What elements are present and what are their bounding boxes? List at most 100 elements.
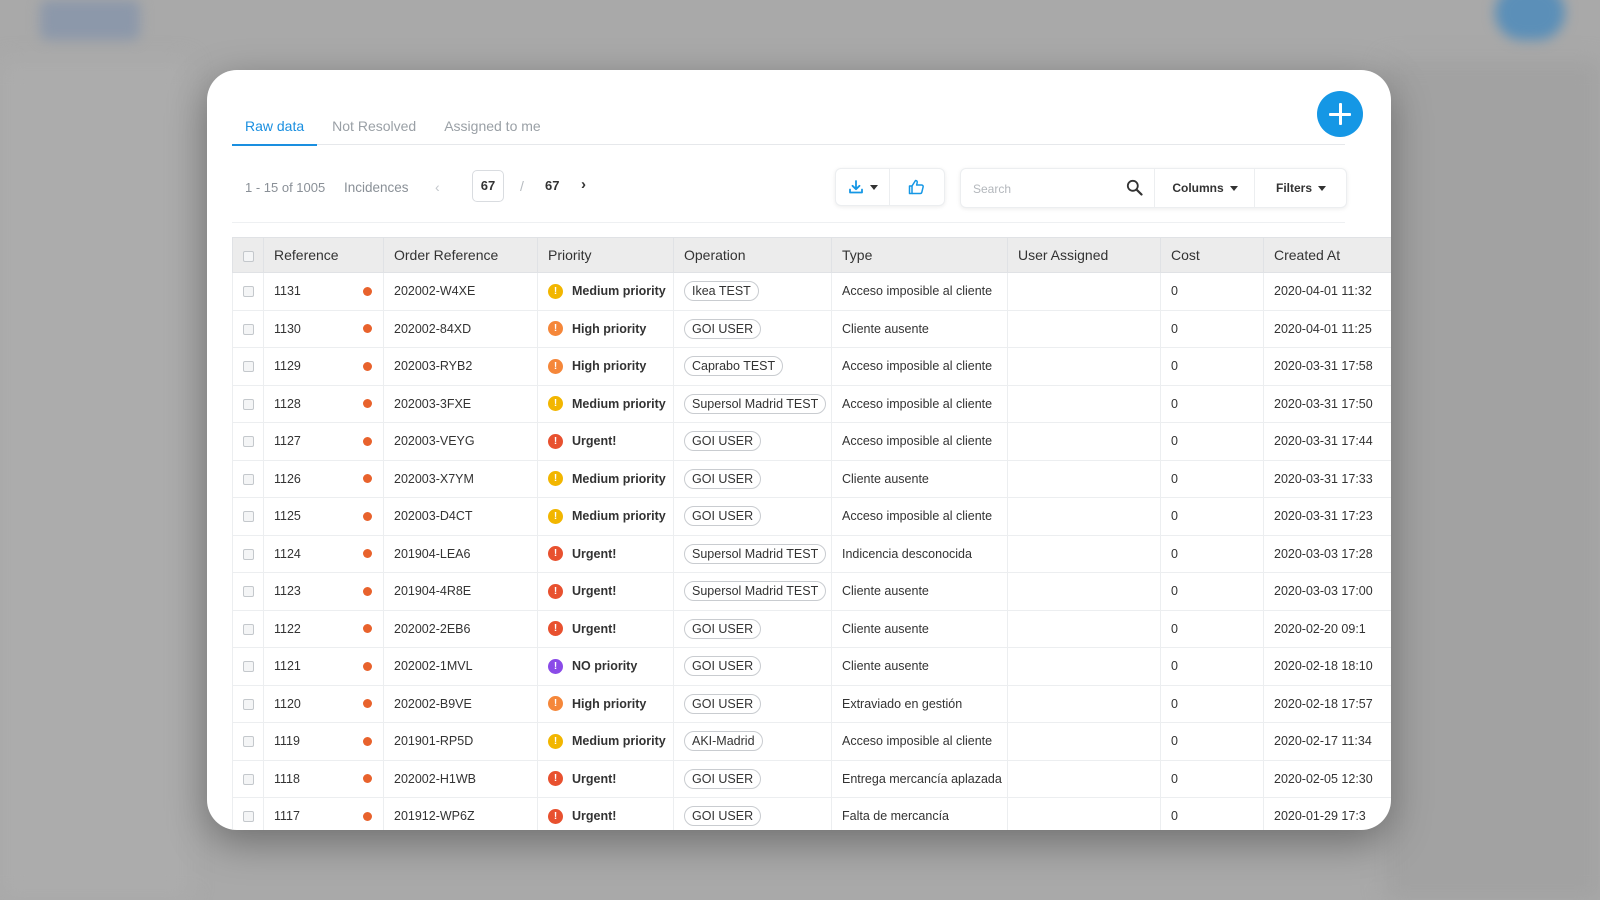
thumbs-up-icon bbox=[908, 179, 924, 195]
column-header[interactable]: Order Reference bbox=[383, 237, 538, 273]
cost-cell: 0 bbox=[1160, 347, 1264, 386]
priority-label: Urgent! bbox=[572, 434, 617, 449]
operation-chip: GOI USER bbox=[684, 618, 762, 639]
row-select-cell bbox=[232, 459, 264, 498]
cost-cell: 0 bbox=[1160, 422, 1264, 461]
priority-label: Urgent! bbox=[572, 621, 617, 636]
table-row[interactable]: 1131 202002-W4XE! Medium priority Ikea TEST… bbox=[232, 272, 1391, 311]
status-dot bbox=[363, 436, 372, 446]
type-cell: Acceso imposible al cliente bbox=[831, 347, 1008, 386]
row-checkbox[interactable] bbox=[242, 811, 254, 823]
row-checkbox[interactable] bbox=[242, 436, 254, 448]
table-row[interactable]: 1117 201912-WP6Z! Urgent! GOI USER Falta de … bbox=[232, 797, 1391, 830]
row-checkbox[interactable] bbox=[242, 736, 254, 748]
table-row[interactable]: 1118 202002-H1WB! Urgent! GOI USER Entrega m… bbox=[232, 759, 1391, 798]
table-row[interactable]: 1130 202002-84XD! High priority GOI USER Cli… bbox=[232, 309, 1391, 348]
table-row[interactable]: 1127 202003-VEYG! Urgent! GOI USER Acceso im… bbox=[232, 422, 1391, 461]
column-header[interactable]: Priority bbox=[537, 237, 674, 273]
status-dot bbox=[363, 324, 372, 334]
row-checkbox[interactable] bbox=[242, 473, 254, 485]
table-row[interactable]: 1124 201904-LEA6! Urgent! Supersol Madrid T… bbox=[232, 534, 1391, 573]
reference-cell: 1129 bbox=[263, 347, 384, 386]
download-icon bbox=[848, 180, 863, 194]
reference-cell: 1124 bbox=[263, 534, 384, 573]
columns-dropdown[interactable]: Columns bbox=[1154, 169, 1255, 207]
row-checkbox[interactable] bbox=[242, 361, 254, 373]
alert-icon: ! bbox=[548, 283, 563, 299]
download-button[interactable] bbox=[836, 169, 889, 205]
row-checkbox[interactable] bbox=[242, 698, 254, 710]
row-checkbox[interactable] bbox=[242, 586, 254, 598]
operation-chip: Supersol Madrid TEST bbox=[684, 581, 827, 602]
table-row[interactable]: 1129 202003-RYB2! High priority Caprabo TES… bbox=[232, 347, 1391, 386]
priority-label: High priority bbox=[572, 321, 647, 336]
alert-icon: ! bbox=[548, 733, 563, 749]
tab-not-resolved[interactable]: Not Resolved bbox=[319, 108, 429, 144]
row-checkbox[interactable] bbox=[242, 548, 254, 560]
column-header[interactable]: Reference bbox=[263, 237, 384, 273]
operation-chip: AKI-Madrid bbox=[684, 731, 763, 752]
row-checkbox[interactable] bbox=[242, 398, 254, 410]
column-header[interactable]: Type bbox=[831, 237, 1008, 273]
operation-chip: Supersol Madrid TEST bbox=[684, 393, 827, 414]
search-icon[interactable] bbox=[1126, 179, 1143, 196]
table-row[interactable]: 1121 202002-1MVL! NO priority GOI USER Clien… bbox=[232, 647, 1391, 686]
filters-dropdown[interactable]: Filters bbox=[1254, 169, 1347, 207]
chevron-left-icon[interactable]: ‹ bbox=[435, 179, 440, 195]
type-cell: Acceso imposible al cliente bbox=[831, 497, 1008, 536]
table-row[interactable]: 1126 202003-X7YM! Medium priority GOI USER C… bbox=[232, 459, 1391, 498]
order-reference-cell: 202002-84XD bbox=[383, 309, 538, 348]
total-pages: 67 bbox=[545, 178, 560, 193]
row-checkbox[interactable] bbox=[242, 511, 254, 523]
chevron-down-icon bbox=[869, 184, 878, 190]
type-cell: Acceso imposible al cliente bbox=[831, 272, 1008, 311]
select-all-checkbox[interactable] bbox=[242, 250, 254, 262]
order-reference-cell: 202002-2EB6 bbox=[383, 609, 538, 648]
operation-cell: Supersol Madrid TEST bbox=[673, 384, 832, 423]
resolve-button[interactable] bbox=[889, 169, 943, 205]
table-row[interactable]: 1119 201901-RP5D! Medium priority AKI-Madri… bbox=[232, 722, 1391, 761]
priority-cell: ! High priority bbox=[537, 309, 674, 348]
page-number-input[interactable]: 67 bbox=[472, 170, 504, 202]
search-input[interactable] bbox=[971, 178, 1115, 200]
alert-icon: ! bbox=[548, 358, 563, 374]
row-select-cell bbox=[232, 497, 264, 536]
alert-icon: ! bbox=[548, 508, 563, 524]
table-row[interactable]: 1125 202003-D4CT! Medium priority GOI USER A… bbox=[232, 497, 1391, 536]
tab-raw-data[interactable]: Raw data bbox=[232, 108, 318, 146]
table-row[interactable]: 1122 202002-2EB6! Urgent! GOI USER Cliente a… bbox=[232, 609, 1391, 648]
priority-label: Urgent! bbox=[572, 584, 617, 599]
chevron-right-icon[interactable]: › bbox=[581, 176, 586, 193]
column-header[interactable]: User Assigned bbox=[1007, 237, 1161, 273]
row-checkbox[interactable] bbox=[242, 661, 254, 673]
add-incidence-button[interactable] bbox=[1317, 91, 1363, 137]
row-checkbox[interactable] bbox=[242, 773, 254, 785]
operation-chip: GOI USER bbox=[684, 506, 762, 527]
incidences-table: Reference Order Reference Priority Opera… bbox=[232, 237, 1391, 830]
column-header[interactable]: Operation bbox=[673, 237, 832, 273]
toolbar-divider bbox=[232, 222, 1345, 223]
page-separator: / bbox=[520, 178, 524, 194]
reference-cell: 1117 bbox=[263, 797, 384, 830]
created-at-cell: 2020-03-31 17:44 bbox=[1263, 422, 1391, 461]
row-select-cell bbox=[232, 759, 264, 798]
column-header[interactable]: Created At bbox=[1263, 237, 1391, 273]
user-assigned-cell bbox=[1007, 572, 1161, 611]
priority-cell: ! Medium priority bbox=[537, 497, 674, 536]
table-row[interactable]: 1123 201904-4R8E! Urgent! Supersol Madrid T… bbox=[232, 572, 1391, 611]
row-checkbox[interactable] bbox=[242, 623, 254, 635]
table-row[interactable]: 1128 202003-3FXE! Medium priority Supersol … bbox=[232, 384, 1391, 423]
priority-cell: ! Medium priority bbox=[537, 384, 674, 423]
row-checkbox[interactable] bbox=[242, 286, 254, 298]
row-checkbox[interactable] bbox=[242, 323, 254, 335]
created-at-cell: 2020-03-31 17:58 bbox=[1263, 347, 1391, 386]
status-dot bbox=[363, 624, 372, 634]
table-row[interactable]: 1120 202002-B9VE! High priority GOI USER Ext… bbox=[232, 684, 1391, 723]
tab-assigned-to-me[interactable]: Assigned to me bbox=[431, 108, 554, 144]
status-dot bbox=[363, 586, 372, 596]
priority-cell: ! NO priority bbox=[537, 647, 674, 686]
select-all-cell bbox=[232, 237, 264, 273]
user-assigned-cell bbox=[1007, 309, 1161, 348]
column-header[interactable]: Cost bbox=[1160, 237, 1264, 273]
operation-cell: Supersol Madrid TEST bbox=[673, 572, 832, 611]
